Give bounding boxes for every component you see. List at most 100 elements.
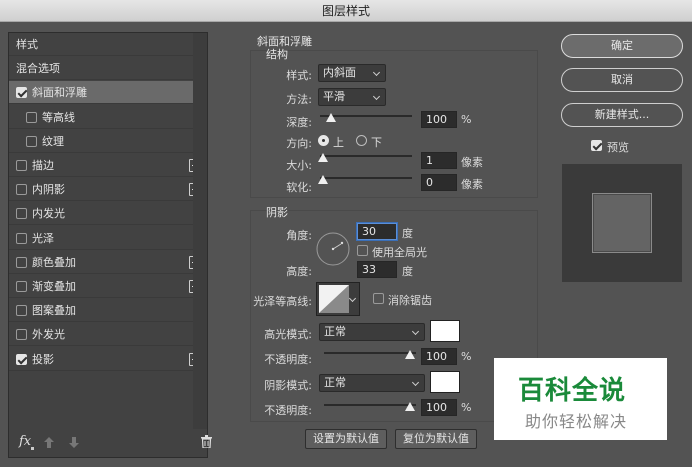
style-list-item-label: 光泽 bbox=[32, 231, 54, 245]
style-list-item[interactable]: 光泽 bbox=[9, 227, 207, 250]
style-list-item[interactable]: 样式 bbox=[9, 33, 207, 56]
make-default-button[interactable]: 设置为默认值 bbox=[305, 429, 387, 449]
style-list-item[interactable]: 外发光 bbox=[9, 323, 207, 347]
shading-title: 阴影 bbox=[266, 206, 288, 219]
angle-label: 角度: bbox=[286, 229, 312, 242]
style-enable-checkbox[interactable] bbox=[16, 208, 27, 220]
style-list-item-label: 纹理 bbox=[42, 134, 64, 148]
angle-unit: 度 bbox=[402, 227, 413, 240]
size-input[interactable]: 1 bbox=[421, 152, 457, 169]
highlight-opacity-thumb[interactable] bbox=[405, 350, 415, 359]
watermark-subtitle: 助你轻松解决 bbox=[525, 412, 628, 431]
style-list-item-label: 内阴影 bbox=[32, 183, 65, 197]
watermark-overlay: 百科全说 助你轻松解决 bbox=[494, 358, 667, 440]
reset-default-button[interactable]: 复位为默认值 bbox=[395, 429, 477, 449]
style-list-item[interactable]: 内发光 bbox=[9, 202, 207, 226]
antialias-label: 消除锯齿 bbox=[388, 294, 432, 307]
contour-preview-icon bbox=[319, 285, 349, 313]
style-enable-checkbox[interactable] bbox=[16, 256, 27, 268]
depth-input[interactable]: 100 bbox=[421, 111, 457, 128]
shadow-opacity-unit: % bbox=[461, 401, 472, 414]
shadow-opacity-track[interactable] bbox=[324, 404, 416, 406]
gloss-contour-label: 光泽等高线: bbox=[253, 295, 312, 308]
shadow-mode-label: 阴影模式: bbox=[264, 379, 312, 392]
shadow-opacity-thumb[interactable] bbox=[405, 402, 415, 411]
ok-button[interactable]: 确定 bbox=[561, 34, 683, 58]
highlight-opacity-input[interactable]: 100 bbox=[421, 348, 457, 365]
soften-unit: 像素 bbox=[461, 178, 483, 191]
highlight-mode-select[interactable]: 正常 bbox=[319, 323, 425, 341]
style-label: 样式: bbox=[286, 69, 312, 82]
style-select[interactable]: 内斜面 bbox=[318, 64, 386, 82]
chevron-down-icon bbox=[348, 294, 357, 303]
direction-up-label: 上 bbox=[333, 136, 344, 149]
style-list-item[interactable]: 渐变叠加 bbox=[9, 275, 207, 298]
style-list-item-label: 投影 bbox=[32, 352, 54, 366]
window-title: 图层样式 bbox=[0, 0, 692, 22]
soften-slider-thumb[interactable] bbox=[318, 175, 328, 184]
soften-slider-track[interactable] bbox=[320, 177, 412, 179]
highlight-opacity-label: 不透明度: bbox=[264, 353, 312, 366]
style-list-item[interactable]: 等高线 bbox=[9, 106, 207, 129]
style-list-item[interactable]: 内阴影 bbox=[9, 178, 207, 202]
style-enable-checkbox[interactable] bbox=[16, 305, 27, 317]
style-list-item[interactable]: 纹理 bbox=[9, 130, 207, 153]
method-label: 方法: bbox=[286, 93, 312, 106]
list-scrollbar[interactable] bbox=[193, 33, 207, 429]
gloss-contour-picker[interactable] bbox=[316, 282, 360, 316]
style-list-item[interactable]: 斜面和浮雕 bbox=[9, 81, 207, 105]
chevron-down-icon bbox=[372, 68, 381, 77]
highlight-color-swatch[interactable] bbox=[430, 320, 460, 342]
preview-checkbox[interactable] bbox=[591, 140, 602, 151]
style-list-item[interactable]: 颜色叠加 bbox=[9, 251, 207, 274]
soften-label: 软化: bbox=[286, 181, 312, 194]
structure-title: 结构 bbox=[266, 48, 288, 61]
style-list-item-label: 样式 bbox=[16, 38, 38, 51]
move-down-icon[interactable] bbox=[69, 437, 79, 448]
shadow-opacity-label: 不透明度: bbox=[264, 404, 312, 417]
global-light-label: 使用全局光 bbox=[372, 246, 427, 259]
style-enable-checkbox[interactable] bbox=[26, 111, 37, 123]
fx-icon[interactable]: fx bbox=[19, 434, 31, 449]
angle-dial[interactable] bbox=[316, 232, 350, 266]
style-enable-checkbox[interactable] bbox=[26, 135, 37, 147]
shadow-opacity-input[interactable]: 100 bbox=[421, 399, 457, 416]
method-select[interactable]: 平滑 bbox=[318, 88, 386, 106]
depth-slider-thumb[interactable] bbox=[326, 113, 336, 122]
style-list-item-label: 等高线 bbox=[42, 110, 75, 124]
style-enable-checkbox[interactable] bbox=[16, 329, 27, 341]
style-enable-checkbox[interactable] bbox=[16, 160, 27, 171]
list-footer: fx bbox=[9, 429, 212, 457]
altitude-input[interactable]: 33 bbox=[357, 261, 397, 278]
style-enable-checkbox[interactable] bbox=[16, 281, 27, 292]
fx-dropdown-icon bbox=[31, 447, 34, 450]
shadow-mode-select[interactable]: 正常 bbox=[319, 374, 425, 392]
trash-icon[interactable] bbox=[201, 435, 212, 448]
move-up-icon[interactable] bbox=[44, 437, 54, 448]
style-enable-checkbox[interactable] bbox=[16, 232, 27, 244]
direction-down-radio[interactable] bbox=[356, 135, 367, 146]
cancel-button[interactable]: 取消 bbox=[561, 68, 683, 92]
antialias-checkbox[interactable] bbox=[373, 293, 384, 304]
size-slider-track[interactable] bbox=[320, 155, 412, 157]
global-light-checkbox[interactable] bbox=[357, 245, 368, 256]
direction-up-radio[interactable] bbox=[318, 135, 329, 146]
new-style-button[interactable]: 新建样式... bbox=[561, 103, 683, 127]
size-label: 大小: bbox=[286, 159, 312, 172]
highlight-mode-label: 高光模式: bbox=[264, 328, 312, 341]
style-list-item-label: 图案叠加 bbox=[32, 304, 76, 318]
shadow-color-swatch[interactable] bbox=[430, 371, 460, 393]
angle-input[interactable]: 30 bbox=[357, 223, 397, 240]
highlight-opacity-track[interactable] bbox=[324, 352, 416, 354]
style-list-item[interactable]: 图案叠加 bbox=[9, 299, 207, 323]
style-enable-checkbox[interactable] bbox=[16, 184, 27, 196]
style-enable-checkbox[interactable] bbox=[16, 87, 27, 99]
style-list-item[interactable]: 投影 bbox=[9, 348, 207, 371]
style-list-item[interactable]: 混合选项 bbox=[9, 57, 207, 81]
soften-input[interactable]: 0 bbox=[421, 174, 457, 191]
size-slider-thumb[interactable] bbox=[318, 153, 328, 162]
altitude-label: 高度: bbox=[286, 265, 312, 278]
style-list-item[interactable]: 描边 bbox=[9, 154, 207, 177]
style-enable-checkbox[interactable] bbox=[16, 353, 27, 365]
size-unit: 像素 bbox=[461, 156, 483, 169]
